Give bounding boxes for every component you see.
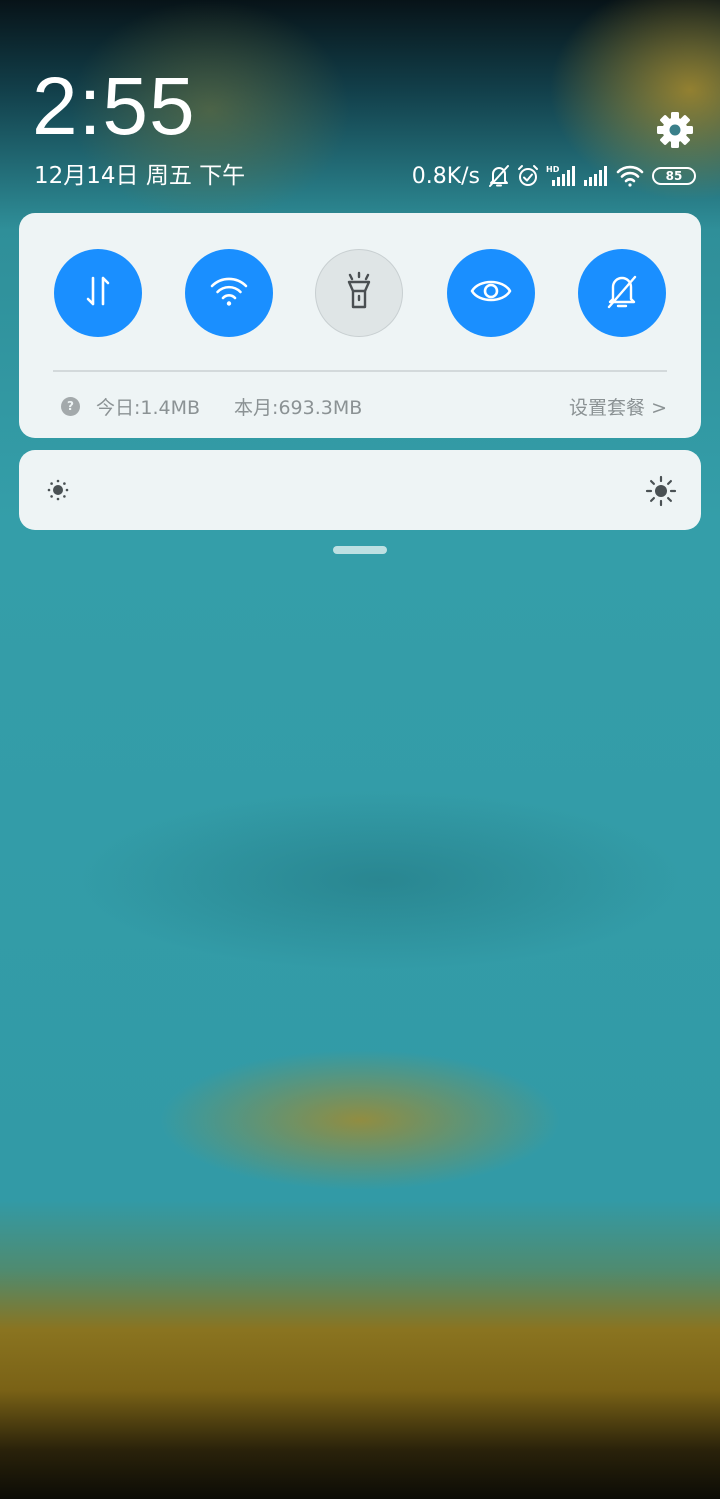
signal-hd-icon: HD (546, 164, 576, 188)
alarm-icon (516, 164, 540, 188)
clock-time: 2:55 (32, 61, 196, 152)
toggle-wifi[interactable] (185, 249, 273, 337)
wifi-icon (209, 274, 249, 312)
svg-text:HD: HD (546, 165, 560, 174)
status-bar: 0.8K/s HD 85 (412, 160, 696, 192)
toggle-silent[interactable] (578, 249, 666, 337)
brightness-slider[interactable] (19, 450, 701, 530)
settings-gear-icon[interactable] (655, 110, 695, 150)
signal-icon (582, 164, 610, 188)
brightness-low-icon (46, 478, 70, 506)
wifi-icon (616, 164, 644, 188)
toggle-reading-mode[interactable] (447, 249, 535, 337)
data-usage-row: ? 今日:1.4MB 本月:693.3MB 设置套餐 > (61, 391, 667, 421)
date-label: 12月14日 周五 下午 (34, 163, 246, 189)
net-speed: 0.8K/s (411, 163, 480, 189)
drag-handle[interactable] (333, 546, 387, 554)
help-icon[interactable]: ? (61, 396, 80, 416)
toggle-mobile-data[interactable] (54, 249, 142, 337)
battery-indicator: 85 (652, 167, 696, 185)
flashlight-icon (341, 271, 377, 315)
eye-icon (470, 276, 512, 310)
panel-divider (53, 370, 667, 372)
set-plan-link[interactable]: 设置套餐 > (569, 393, 667, 420)
usage-month: 本月:693.3MB (234, 396, 363, 419)
bell-muted-icon (488, 164, 510, 188)
usage-today: 今日:1.4MB (96, 396, 201, 419)
brightness-high-icon (645, 475, 677, 511)
toggle-flashlight[interactable] (315, 249, 403, 337)
quick-settings-panel: ? 今日:1.4MB 本月:693.3MB 设置套餐 > (19, 213, 701, 438)
bell-muted-icon (604, 272, 640, 314)
battery-level: 85 (665, 169, 683, 183)
data-arrows-icon (80, 273, 116, 313)
